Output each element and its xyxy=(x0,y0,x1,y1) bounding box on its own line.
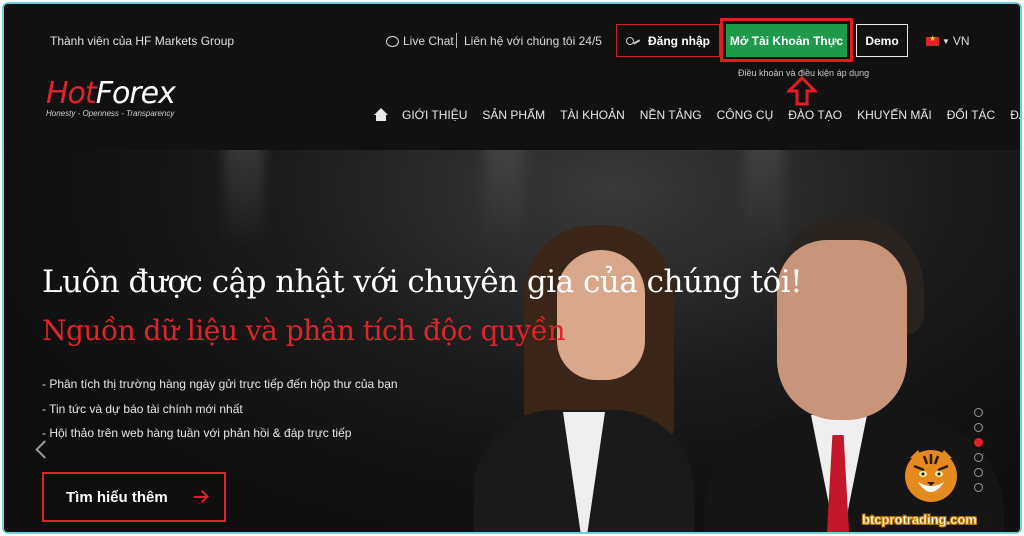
hotforex-logo[interactable]: HotForex Honesty - Openness - Transparen… xyxy=(46,76,176,118)
nav-item-tools[interactable]: CÔNG CỤ xyxy=(717,108,774,122)
nav-item-promotions[interactable]: KHUYẾN MÃI xyxy=(857,108,932,122)
nav-item-products[interactable]: SẢN PHẨM xyxy=(482,108,545,122)
logo-wordmark: HotForex xyxy=(46,76,176,111)
list-item: - Tin tức và dự báo tài chính mới nhất xyxy=(42,401,243,416)
live-chat-link[interactable]: Live Chat xyxy=(386,34,454,48)
nav-item-education[interactable]: ĐÀO TẠO xyxy=(788,108,842,122)
stage-light xyxy=(224,150,264,250)
stage-light xyxy=(744,150,784,250)
demo-button[interactable]: Demo xyxy=(856,24,908,57)
learn-more-button[interactable]: Tìm hiểu thêm xyxy=(42,472,226,522)
slider-dot[interactable] xyxy=(974,438,983,447)
vietnam-flag-icon xyxy=(926,34,939,46)
slider-dot[interactable] xyxy=(974,468,983,477)
arrow-right-icon xyxy=(193,491,208,503)
nav-item-partners[interactable]: ĐỐI TÁC xyxy=(947,108,995,122)
slider-dot[interactable] xyxy=(974,423,983,432)
hero-banner: Luôn được cập nhật với chuyên gia của ch… xyxy=(4,150,1020,532)
tiger-mascot-icon xyxy=(905,450,957,502)
login-button[interactable]: Đăng nhập xyxy=(616,24,720,57)
slider-dot[interactable] xyxy=(974,453,983,462)
learn-more-label: Tìm hiểu thêm xyxy=(66,488,168,506)
language-selector[interactable]: ▼ VN xyxy=(926,34,970,48)
stage-light xyxy=(484,150,524,250)
list-item: - Phân tích thị trường hàng ngày gửi trự… xyxy=(42,377,398,391)
header-divider xyxy=(456,33,457,48)
slider-dot[interactable] xyxy=(974,483,983,492)
contact-link[interactable]: Liên hệ với chúng tôi 24/5 xyxy=(464,34,602,48)
chevron-down-icon: ▼ xyxy=(942,36,950,46)
site-header: Thành viên của HF Markets Group Live Cha… xyxy=(4,4,1020,150)
slider-dot[interactable] xyxy=(974,408,983,417)
slider-pagination xyxy=(974,408,983,492)
nav-item-invest[interactable]: ĐẦU TƯ xyxy=(1010,108,1020,122)
language-label: VN xyxy=(952,34,970,48)
list-item: - Hội thảo trên web hàng tuần với phản h… xyxy=(42,426,352,440)
nav-item-accounts[interactable]: TÀI KHOẢN xyxy=(560,108,625,122)
nav-item-about[interactable]: GIỚI THIỆU xyxy=(402,108,467,122)
key-icon xyxy=(626,36,640,46)
watermark-text: btcprotrading.com xyxy=(862,512,977,528)
slider-prev-arrow-icon[interactable] xyxy=(34,440,48,460)
live-chat-label: Live Chat xyxy=(403,34,454,48)
login-label: Đăng nhập xyxy=(648,33,710,48)
hero-bullet-list: - Phân tích thị trường hàng ngày gửi trự… xyxy=(42,372,398,446)
logo-tagline: Honesty - Openness - Transparency xyxy=(46,109,175,118)
home-icon[interactable] xyxy=(374,108,388,122)
annotation-up-arrow-icon xyxy=(787,76,817,106)
nav-item-platforms[interactable]: NỀN TẢNG xyxy=(640,108,702,122)
hero-subtitle: Nguồn dữ liệu và phân tích độc quyền xyxy=(42,314,566,347)
member-text: Thành viên của HF Markets Group xyxy=(50,34,235,48)
chat-icon xyxy=(386,35,399,47)
main-nav: GIỚI THIỆU SẢN PHẨM TÀI KHOẢN NỀN TẢNG C… xyxy=(374,108,1020,122)
page-frame: Thành viên của HF Markets Group Live Cha… xyxy=(2,2,1022,534)
hero-title: Luôn được cập nhật với chuyên gia của ch… xyxy=(42,264,803,300)
open-live-account-button[interactable]: Mở Tài Khoản Thực xyxy=(726,24,847,57)
